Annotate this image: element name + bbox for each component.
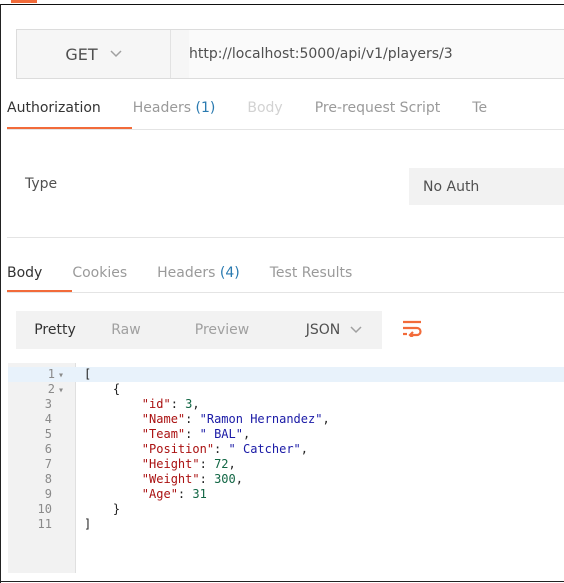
code-text: "Position": " Catcher", — [141, 442, 308, 456]
tab-authorization[interactable]: Authorization — [7, 98, 101, 136]
tab-te[interactable]: Te — [472, 98, 487, 136]
tab-label: Test Results — [269, 265, 353, 281]
tab-body[interactable]: Body — [247, 98, 282, 136]
wrap-lines-icon — [401, 319, 423, 341]
tab-headers[interactable]: Headers (1) — [133, 98, 216, 136]
tab-label: Te — [472, 100, 488, 116]
method-select[interactable]: GET — [17, 30, 171, 78]
line-number: 7 — [8, 457, 64, 472]
line-number: 1 ▾ — [8, 367, 64, 383]
response-tab-cookies[interactable]: Cookies — [72, 263, 127, 295]
tab-label: Body — [247, 100, 283, 116]
active-tab-indicator — [11, 0, 37, 3]
code-text: [ — [84, 367, 92, 381]
code-text: "Team": " BAL", — [141, 427, 251, 441]
code-line: 3 "id": 3, — [8, 397, 564, 412]
code-line: 7 "Height": 72, — [8, 457, 564, 472]
left-border — [0, 4, 1, 583]
language-label: JSON — [305, 322, 341, 338]
line-number: 4 — [8, 412, 64, 427]
request-tabs: Authorization Headers (1) Body Pre-request … — [7, 98, 564, 136]
auth-type-select[interactable]: No Auth — [409, 168, 564, 205]
method-label: GET — [65, 44, 98, 64]
line-number-text: 1 — [47, 367, 55, 381]
format-pretty-button[interactable]: Pretty — [16, 311, 94, 349]
code-text: { — [112, 382, 121, 396]
line-number: 6 — [8, 442, 64, 457]
line-number-text: 7 — [44, 457, 52, 471]
bottom-border — [0, 581, 564, 582]
code-text: "Name": "Ramon Hernandez", — [141, 412, 330, 426]
code-text: "Height": 72, — [141, 457, 236, 471]
code-line: 5 "Team": " BAL", — [8, 427, 564, 442]
line-number-text: 5 — [44, 427, 52, 441]
code-text: } — [112, 502, 121, 516]
line-number-text: 6 — [44, 442, 52, 456]
tab-label: Authorization — [7, 100, 101, 116]
chevron-down-icon — [350, 322, 362, 338]
line-number: 8 — [8, 472, 64, 487]
line-number-text: 8 — [44, 472, 52, 486]
tab-label: Pre-request Script — [314, 100, 441, 116]
code-text: "Weight": 300, — [141, 472, 243, 486]
code-line: 8 "Weight": 300, — [8, 472, 564, 487]
response-body-editor[interactable]: 1 ▾[2 ▾ {3 "id": 3, 4 "Name": "Ramon Hernan… — [8, 363, 564, 573]
line-number: 2 ▾ — [8, 382, 64, 398]
line-number-text: 11 — [37, 517, 52, 531]
response-tabs: Body Cookies Headers (4) Test Results — [7, 263, 564, 295]
code-line: 2 ▾ { — [8, 382, 564, 397]
code-line: 1 ▾ [ — [8, 367, 564, 382]
tab-count-badge: (4) — [219, 265, 240, 281]
auth-type-label: Type — [25, 176, 58, 192]
line-number-text: 9 — [44, 487, 52, 501]
fold-toggle-icon[interactable]: ▾ — [58, 385, 64, 396]
code-text: "id": 3, — [141, 397, 200, 411]
tab-label: Body — [7, 265, 43, 281]
tab-label: Cookies — [72, 265, 128, 281]
request-tabs-divider — [7, 129, 564, 130]
code-text: ] — [84, 517, 92, 531]
code-line: 10 } — [8, 502, 564, 517]
line-number: 3 — [8, 397, 64, 412]
line-number-text: 2 — [47, 382, 55, 396]
tab-count-badge: (1) — [195, 100, 216, 116]
line-number: 5 — [8, 427, 64, 442]
wrap-lines-button[interactable] — [398, 311, 426, 349]
code-line: 6 "Position": " Catcher", — [8, 442, 564, 457]
response-tab-test-results[interactable]: Test Results — [270, 263, 353, 295]
tab-label: Headers — [157, 265, 216, 281]
code-text: "Age": 31 — [141, 487, 207, 501]
code-line: 11] — [8, 517, 564, 532]
format-raw-button[interactable]: Raw — [94, 311, 158, 349]
response-tab-headers[interactable]: Headers (4) — [157, 263, 240, 295]
section-divider — [7, 237, 564, 238]
line-number-text: 4 — [44, 412, 52, 426]
code-line: 4 "Name": "Ramon Hernandez", — [8, 412, 564, 427]
line-number: 11 — [8, 517, 64, 532]
format-toggle-group: Pretty Raw Preview — [16, 311, 286, 349]
request-bar: GET http://localhost:5000/api/v1/players… — [16, 29, 564, 79]
tab-label: Headers — [132, 100, 192, 116]
tab-pre-request-script[interactable]: Pre-request Script — [315, 98, 441, 136]
top-border — [0, 4, 564, 5]
language-select[interactable]: JSON — [286, 311, 382, 349]
chevron-down-icon — [110, 46, 122, 62]
line-number: 9 — [8, 487, 64, 502]
line-number: 10 — [8, 502, 64, 517]
fold-toggle-icon[interactable]: ▾ — [58, 370, 64, 381]
code-line: 9 "Age": 31 — [8, 487, 564, 502]
url-input[interactable]: http://localhost:5000/api/v1/players/3 — [189, 30, 564, 78]
response-tabs-divider — [7, 292, 564, 293]
line-number-text: 3 — [44, 397, 52, 411]
format-preview-button[interactable]: Preview — [158, 311, 286, 349]
line-number-text: 10 — [37, 502, 52, 516]
